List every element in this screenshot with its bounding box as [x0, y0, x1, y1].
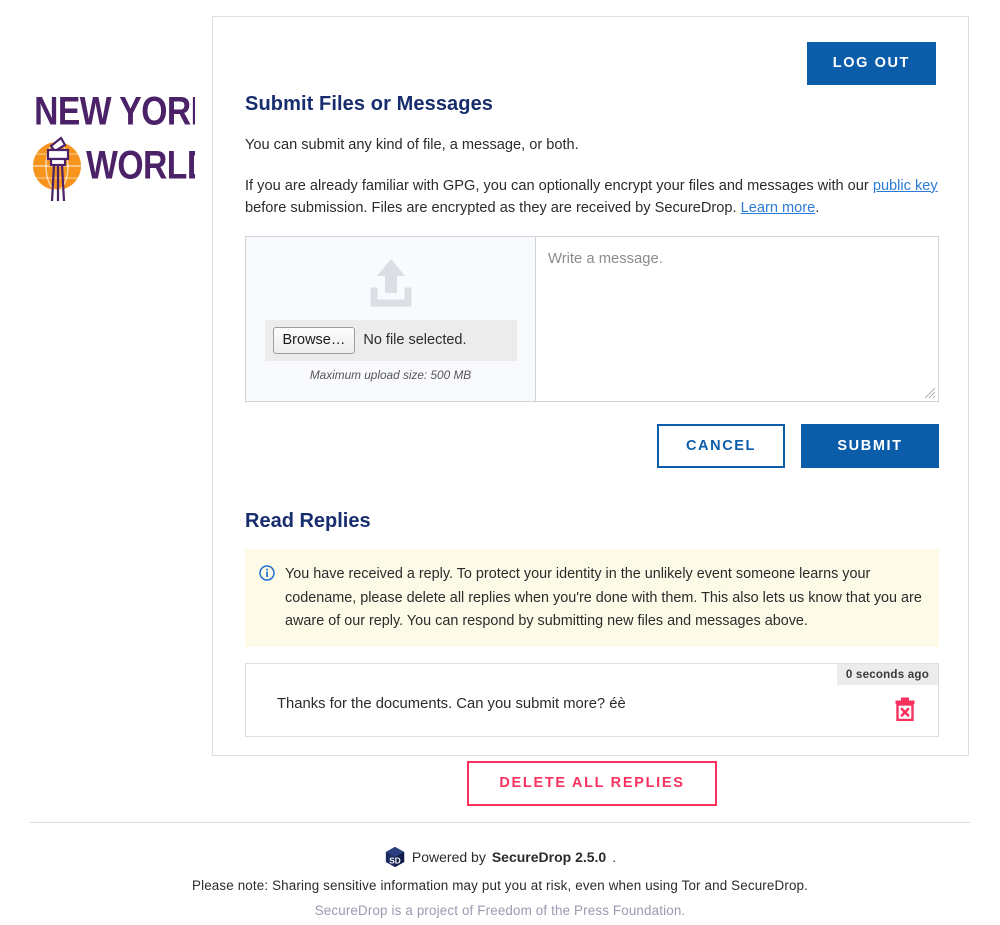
- footer-fpf-credit: SecureDrop is a project of Freedom of th…: [314, 903, 686, 918]
- gpg-instructions: If you are already familiar with GPG, yo…: [245, 175, 939, 220]
- file-upload-pane[interactable]: Browse… No file selected. Maximum upload…: [246, 236, 536, 401]
- upload-arrow-tray-icon: [363, 253, 419, 314]
- logout-container: LOG OUT: [806, 42, 936, 85]
- submission-widget: Browse… No file selected. Maximum upload…: [245, 235, 939, 402]
- securedrop-version: SecureDrop 2.5.0: [491, 849, 607, 865]
- footer-security-note: Please note: Sharing sensitive informati…: [191, 878, 809, 893]
- securedrop-cube-icon: SD: [385, 846, 405, 868]
- browse-button[interactable]: Browse…: [272, 326, 356, 354]
- trash-can-icon: [895, 697, 915, 722]
- replies-notice-text: You have received a reply. To protect yo…: [285, 566, 922, 629]
- page-content: Submit Files or Messages You can submit …: [245, 93, 939, 806]
- message-pane: [536, 236, 938, 401]
- svg-text:WORLD: WORLD: [86, 141, 195, 187]
- submit-section-heading: Submit Files or Messages: [245, 93, 494, 115]
- message-input[interactable]: [536, 236, 938, 401]
- powered-by-row: SD Powered by SecureDrop 2.5.0.: [0, 846, 1000, 868]
- delete-all-container: DELETE ALL REPLIES: [245, 761, 939, 806]
- public-key-link[interactable]: public key: [873, 178, 938, 194]
- powered-by-prefix: Powered by: [411, 849, 486, 865]
- replies-notice-banner: You have received a reply. To protect yo…: [245, 549, 939, 648]
- svg-text:NEW YORK: NEW YORK: [34, 88, 195, 133]
- page-footer: SD Powered by SecureDrop 2.5.0. Please n…: [0, 846, 1000, 918]
- delete-reply-button[interactable]: [894, 697, 916, 722]
- reply-item: 0 seconds ago Thanks for the documents. …: [245, 663, 939, 738]
- file-input-row[interactable]: Browse… No file selected.: [264, 319, 517, 361]
- reply-text: Thanks for the documents. Can you submit…: [277, 696, 626, 713]
- gpg-text-part2: before submission. Files are encrypted a…: [245, 200, 741, 217]
- site-logo: NEW YORK WORLD: [30, 88, 195, 203]
- learn-more-link[interactable]: Learn more: [741, 200, 816, 216]
- max-upload-size-label: Maximum upload size: 500 MB: [309, 367, 472, 382]
- gpg-text-part1: If you are already familiar with GPG, yo…: [245, 177, 873, 194]
- submit-button[interactable]: SUBMIT: [801, 423, 939, 469]
- info-circle-icon: [259, 565, 275, 582]
- delete-all-replies-button[interactable]: DELETE ALL REPLIES: [467, 761, 717, 806]
- logout-button[interactable]: LOG OUT: [806, 42, 936, 85]
- footer-divider: [30, 822, 970, 823]
- gpg-text-part3: .: [815, 200, 820, 217]
- submit-intro-text: You can submit any kind of file, a messa…: [245, 137, 579, 153]
- main-panel: LOG OUT Submit Files or Messages You can…: [212, 16, 969, 806]
- replies-section-heading: Read Replies: [245, 510, 371, 533]
- file-selection-status: No file selected.: [363, 332, 467, 349]
- powered-by-suffix: .: [612, 849, 617, 865]
- reply-timestamp: 0 seconds ago: [836, 664, 938, 686]
- svg-text:SD: SD: [389, 856, 401, 865]
- submission-actions: CANCEL SUBMIT: [245, 423, 939, 469]
- cancel-button[interactable]: CANCEL: [657, 423, 785, 469]
